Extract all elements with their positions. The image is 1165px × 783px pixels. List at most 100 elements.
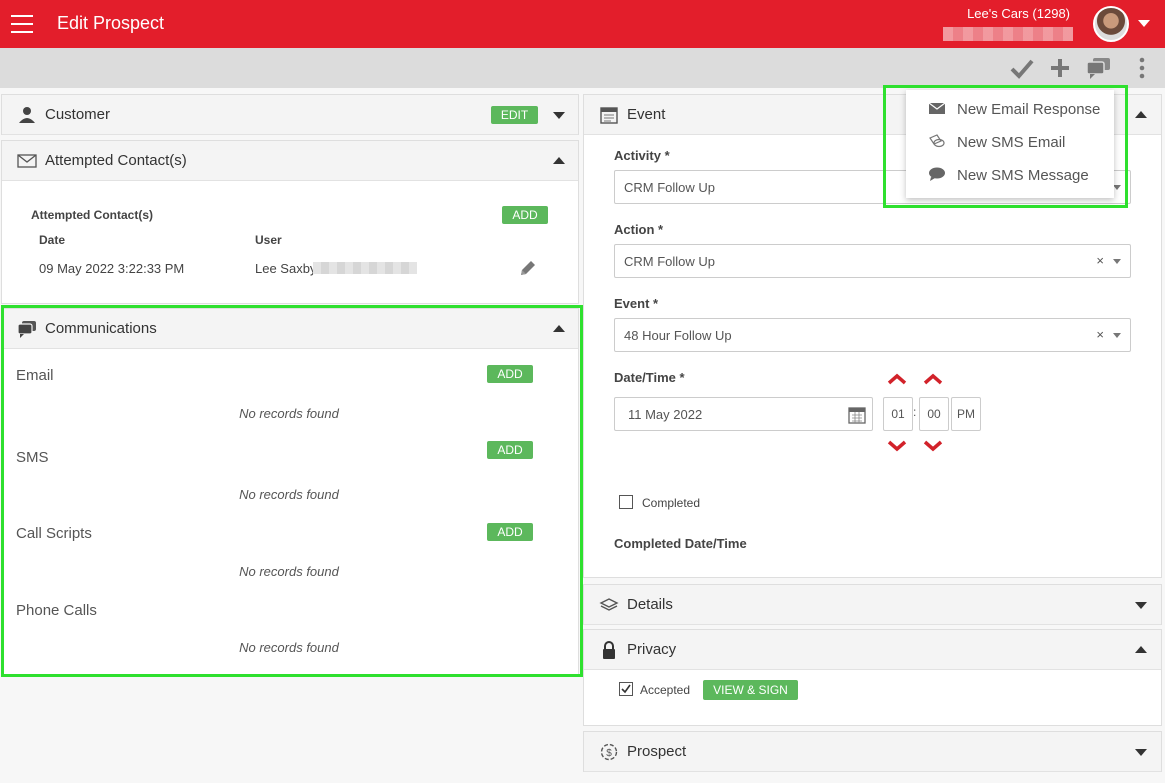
customer-title: Customer — [45, 106, 111, 123]
privacy-header[interactable]: Privacy — [584, 630, 1161, 670]
menu-item-label: New SMS Message — [957, 167, 1089, 184]
details-panel: Details — [583, 584, 1162, 625]
communications-icon[interactable] — [1086, 56, 1112, 80]
attempted-contacts-label: Attempted Contact(s) — [31, 208, 153, 222]
customer-panel-header[interactable]: Customer EDIT — [2, 95, 578, 135]
communications-title: Communications — [45, 320, 157, 337]
chat-bubble-icon — [929, 167, 945, 181]
details-header[interactable]: Details — [584, 585, 1161, 625]
caret-down-icon[interactable] — [1135, 749, 1147, 756]
action-select[interactable]: CRM Follow Up × — [614, 244, 1131, 278]
caret-up-icon[interactable] — [1135, 646, 1147, 653]
attempted-contacts-title: Attempted Contact(s) — [45, 152, 187, 169]
prospect-panel: $ Prospect — [583, 731, 1162, 772]
attempted-contacts-header[interactable]: Attempted Contact(s) — [2, 141, 578, 181]
redacted-user-surname — [313, 262, 417, 274]
completed-checkbox[interactable] — [619, 495, 633, 509]
pencil-edit-icon[interactable] — [518, 258, 538, 278]
accepted-label: Accepted — [640, 683, 691, 697]
column-header-date: Date — [39, 233, 66, 247]
call-scripts-section-label: Call Scripts — [16, 525, 92, 542]
contact-user-cell: Lee Saxby — [255, 261, 317, 276]
hour-decrement-icon[interactable] — [887, 440, 907, 452]
column-header-user: User — [255, 233, 282, 247]
menu-item-new-email-response[interactable]: New Email Response — [906, 95, 1114, 125]
caret-up-icon[interactable] — [1135, 111, 1147, 118]
clear-icon[interactable]: × — [1096, 253, 1104, 268]
save-check-icon[interactable] — [1010, 56, 1034, 80]
minute-input[interactable]: 00 — [919, 397, 949, 431]
toolbar — [0, 48, 1165, 88]
customer-panel: Customer EDIT — [1, 94, 579, 135]
caret-up-icon[interactable] — [553, 157, 565, 164]
sms-section-label: SMS — [16, 449, 49, 466]
prospect-title: Prospect — [627, 743, 687, 760]
accepted-checkbox[interactable] — [619, 682, 633, 696]
add-attempted-contact-button[interactable]: ADD — [502, 206, 548, 224]
page-title: Edit Prospect — [57, 13, 165, 33]
datetime-label: Date/Time * — [614, 370, 685, 385]
date-value: 11 May 2022 — [628, 407, 703, 422]
menu-item-new-sms-message[interactable]: New SMS Message — [906, 161, 1114, 191]
attempted-contacts-panel: Attempted Contact(s) — [1, 140, 579, 304]
add-call-script-button[interactable]: ADD — [487, 523, 533, 541]
menu-item-new-sms-email[interactable]: New SMS Email — [906, 128, 1114, 158]
view-sign-button[interactable]: VIEW & SIGN — [703, 680, 798, 700]
completed-label: Completed — [642, 496, 701, 510]
add-email-button[interactable]: ADD — [487, 365, 533, 383]
add-plus-icon[interactable] — [1048, 56, 1072, 80]
time-separator: : — [913, 405, 917, 419]
add-sms-button[interactable]: ADD — [487, 441, 533, 459]
activity-value: CRM Follow Up — [624, 180, 716, 195]
chat-bubbles-icon — [17, 321, 36, 338]
action-label: Action * — [614, 222, 664, 237]
hamburger-menu-icon[interactable] — [11, 15, 33, 33]
calendar-icon — [600, 107, 618, 124]
redacted-user-name — [943, 27, 1073, 41]
caret-down-icon[interactable] — [1135, 602, 1147, 609]
completed-datetime-label: Completed Date/Time — [614, 536, 747, 551]
envelope-icon — [17, 154, 37, 168]
email-empty-message: No records found — [239, 406, 339, 421]
email-section-label: Email — [16, 367, 54, 384]
more-vertical-icon[interactable] — [1134, 56, 1150, 80]
user-avatar[interactable] — [1093, 6, 1129, 42]
phone-calls-empty-message: No records found — [239, 640, 339, 655]
event-select[interactable]: 48 Hour Follow Up × — [614, 318, 1131, 352]
communications-header[interactable]: Communications — [2, 309, 578, 349]
action-value: CRM Follow Up — [624, 254, 716, 269]
contact-date-cell: 09 May 2022 3:22:33 PM — [39, 261, 185, 276]
dropdown-arrow-icon[interactable] — [1113, 185, 1121, 190]
event-value: 48 Hour Follow Up — [624, 328, 732, 343]
dropdown-arrow-icon[interactable] — [1113, 333, 1121, 338]
sms-empty-message: No records found — [239, 487, 339, 502]
dropdown-arrow-icon[interactable] — [1113, 259, 1121, 264]
menu-item-label: New SMS Email — [957, 134, 1066, 151]
caret-up-icon[interactable] — [553, 325, 565, 332]
activity-label: Activity * — [614, 148, 670, 163]
caret-down-icon[interactable] — [553, 112, 565, 119]
prospect-header[interactable]: $ Prospect — [584, 732, 1161, 772]
minute-decrement-icon[interactable] — [923, 440, 943, 452]
dollar-cycle-icon: $ — [600, 743, 618, 761]
clear-icon[interactable]: × — [1096, 327, 1104, 342]
menu-item-label: New Email Response — [957, 101, 1101, 118]
checkmark-icon — [621, 684, 631, 694]
user-icon — [19, 107, 35, 123]
date-input[interactable]: 11 May 2022 — [614, 397, 873, 431]
hour-increment-icon[interactable] — [887, 373, 907, 385]
details-title: Details — [627, 596, 673, 613]
envelope-icon — [928, 102, 946, 114]
sms-email-icon — [929, 134, 945, 148]
calendar-icon[interactable] — [848, 406, 866, 424]
minute-increment-icon[interactable] — [923, 373, 943, 385]
svg-text:$: $ — [606, 748, 612, 759]
hour-input[interactable]: 01 — [883, 397, 913, 431]
company-name: Lee's Cars (1298) — [967, 6, 1070, 21]
caret-down-icon[interactable] — [1138, 20, 1150, 27]
edit-customer-button[interactable]: EDIT — [491, 106, 538, 124]
lock-icon — [603, 641, 615, 659]
meridian-toggle[interactable]: PM — [951, 397, 981, 431]
event-label: Event * — [614, 296, 659, 311]
call-scripts-empty-message: No records found — [239, 564, 339, 579]
